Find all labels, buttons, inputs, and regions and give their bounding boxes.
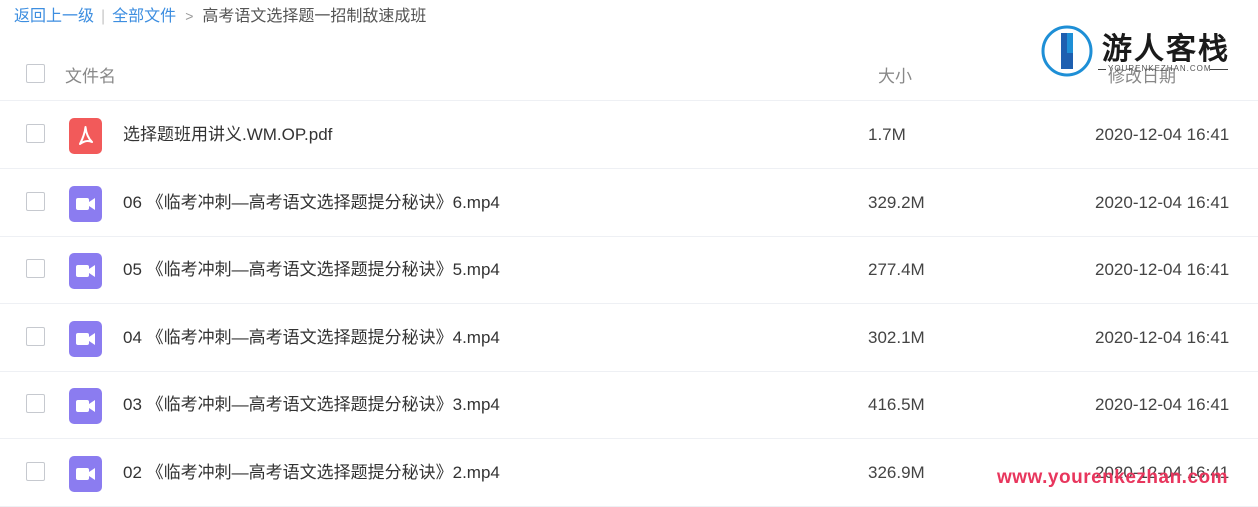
column-header-size[interactable]: 大小 <box>878 62 912 87</box>
column-header-name[interactable]: 文件名 <box>65 62 116 87</box>
pdf-file-icon <box>69 118 102 154</box>
logo-rule-left <box>1098 69 1106 70</box>
file-row[interactable]: 04 《临考冲刺—高考语文选择题提分秘诀》4.mp4 302.1M 2020-12-… <box>0 304 1258 372</box>
breadcrumb-arrow: > <box>185 8 194 24</box>
breadcrumb-separator: | <box>101 8 106 25</box>
file-row[interactable]: 06 《临考冲刺—高考语文选择题提分秘诀》6.mp4 329.2M 2020-12-… <box>0 169 1258 237</box>
file-date: 2020-12-04 16:41 <box>1095 260 1230 279</box>
file-name[interactable]: 06 《临考冲刺—高考语文选择题提分秘诀》6.mp4 <box>123 169 500 236</box>
file-date: 2020-12-04 16:41 <box>1095 192 1230 212</box>
row-checkbox[interactable] <box>26 461 45 481</box>
logo-brand: 游人客栈 <box>1102 33 1230 66</box>
video-file-icon <box>69 320 102 357</box>
file-row[interactable]: 选择题班用讲义.WM.OP.pdf 1.7M 2020-12-04 16:41 <box>0 101 1258 169</box>
all-files-link[interactable]: 全部文件 <box>112 8 176 25</box>
file-size: 416.5M <box>868 395 925 414</box>
file-size: 277.4M <box>868 260 925 279</box>
file-size: 326.9M <box>868 462 925 482</box>
back-link[interactable]: 返回上一级 <box>14 8 94 25</box>
row-checkbox[interactable] <box>26 394 45 413</box>
row-checkbox[interactable] <box>26 326 45 346</box>
video-file-icon <box>69 185 102 222</box>
file-name[interactable]: 04 《临考冲刺—高考语文选择题提分秘诀》4.mp4 <box>123 304 500 371</box>
file-size: 302.1M <box>868 327 925 347</box>
file-row[interactable]: 03 《临考冲刺—高考语文选择题提分秘诀》3.mp4 416.5M 2020-12-… <box>0 371 1258 439</box>
video-file-icon <box>69 253 102 289</box>
file-date: 2020-12-04 16:41 <box>1095 125 1230 144</box>
row-checkbox[interactable] <box>26 259 45 278</box>
current-folder: 高考语文选择题一招制敌速成班 <box>202 8 427 25</box>
row-checkbox[interactable] <box>26 124 45 143</box>
video-file-icon <box>69 388 102 424</box>
file-name[interactable]: 05 《临考冲刺—高考语文选择题提分秘诀》5.mp4 <box>123 236 500 303</box>
logo-rule-right <box>1210 69 1228 70</box>
file-size: 329.2M <box>868 192 925 212</box>
file-row[interactable]: 05 《临考冲刺—高考语文选择题提分秘诀》5.mp4 277.4M 2020-12-… <box>0 236 1258 304</box>
row-checkbox[interactable] <box>26 191 45 211</box>
logo-subtitle: YOURENKEZHAN.COM <box>1108 64 1212 73</box>
breadcrumb: 返回上一级 | 全部文件 > 高考语文选择题一招制敌速成班 <box>14 5 426 27</box>
watermark: www.yourenkezhan.com <box>997 467 1229 488</box>
file-name[interactable]: 选择题班用讲义.WM.OP.pdf <box>123 101 332 168</box>
file-name[interactable]: 02 《临考冲刺—高考语文选择题提分秘诀》2.mp4 <box>123 439 500 506</box>
logo: 游人客栈 YOURENKEZHAN.COM <box>1040 22 1240 80</box>
file-date: 2020-12-04 16:41 <box>1095 395 1230 414</box>
file-size: 1.7M <box>868 125 906 144</box>
file-date: 2020-12-04 16:41 <box>1095 327 1230 347</box>
file-name[interactable]: 03 《临考冲刺—高考语文选择题提分秘诀》3.mp4 <box>123 371 500 438</box>
video-file-icon <box>69 455 102 492</box>
logo-emblem-icon <box>1041 25 1093 77</box>
select-all-checkbox[interactable] <box>26 64 45 83</box>
